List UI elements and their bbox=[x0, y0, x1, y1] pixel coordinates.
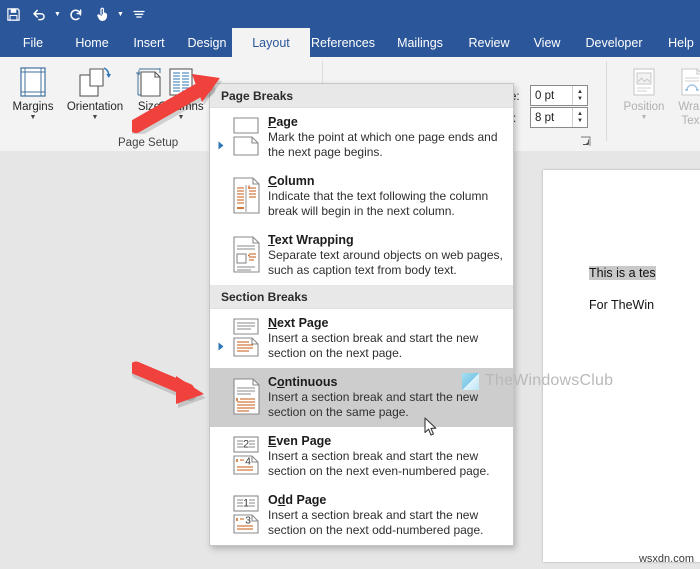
menu-item-next-page-title: Next Page bbox=[268, 316, 505, 330]
paragraph-dialog-launcher[interactable] bbox=[580, 136, 591, 147]
svg-text:2: 2 bbox=[243, 439, 249, 451]
document-page[interactable]: This is a tes For TheWin bbox=[543, 170, 700, 562]
tab-mailings[interactable]: Mailings bbox=[378, 28, 462, 57]
menu-item-text-wrapping-title: Text Wrapping bbox=[268, 233, 505, 247]
columns-icon bbox=[164, 59, 198, 99]
continuous-marker-placeholder bbox=[216, 375, 226, 419]
menu-item-page-description: Mark the point at which one page ends an… bbox=[268, 130, 505, 159]
menu-item-odd-page-description: Insert a section break and start the new… bbox=[268, 508, 505, 537]
menu-item-column-title: Column bbox=[268, 174, 505, 188]
position-label: Position bbox=[624, 101, 665, 113]
tab-help[interactable]: Help bbox=[650, 28, 700, 57]
wrap-text-label-line1: Wrap bbox=[678, 101, 700, 113]
menu-item-next-page[interactable]: Next Page Insert a section break and sta… bbox=[210, 309, 513, 368]
menu-item-text-wrapping-description: Separate text around objects on web page… bbox=[268, 248, 505, 277]
ribbon-separator-2 bbox=[606, 61, 607, 141]
undo-dropdown-icon[interactable]: ▼ bbox=[52, 2, 63, 26]
menu-item-even-page-title: Even Page bbox=[268, 434, 505, 448]
page-marker-icon bbox=[216, 115, 226, 159]
menu-item-odd-page[interactable]: 1 3 Odd Page Insert a section break and … bbox=[210, 486, 513, 545]
tab-file[interactable]: File bbox=[4, 28, 62, 57]
next-page-break-icon bbox=[226, 316, 266, 360]
touch-mode-icon[interactable] bbox=[89, 2, 115, 26]
menu-item-next-page-description: Insert a section break and start the new… bbox=[268, 331, 505, 360]
spacing-after-value: 8 pt bbox=[531, 112, 572, 124]
columns-button[interactable]: Columns ▼ bbox=[150, 59, 212, 133]
spacing-after-stepper[interactable]: ▲▼ bbox=[572, 108, 587, 127]
orientation-label: Orientation bbox=[67, 101, 123, 113]
tab-review[interactable]: Review bbox=[452, 28, 526, 57]
menu-item-even-page-description: Insert a section break and start the new… bbox=[268, 449, 505, 478]
accel-key: N bbox=[268, 316, 277, 330]
orientation-dropdown-icon[interactable]: ▼ bbox=[92, 114, 99, 122]
even-page-break-icon: 2 4 bbox=[226, 434, 266, 478]
position-dropdown-icon[interactable]: ▼ bbox=[641, 114, 648, 122]
orientation-icon bbox=[77, 59, 113, 99]
tab-developer[interactable]: Developer bbox=[568, 28, 660, 57]
spacing-before-stepper[interactable]: ▲▼ bbox=[572, 86, 587, 105]
redo-icon[interactable] bbox=[63, 2, 89, 26]
accel-key: C bbox=[268, 174, 277, 188]
breaks-dropdown-menu: Page Breaks Page Mark the point at which… bbox=[209, 83, 514, 546]
accel-key: T bbox=[268, 233, 275, 247]
title-bar: ▼ ▼ bbox=[0, 0, 700, 28]
undo-icon[interactable] bbox=[26, 2, 52, 26]
margins-button[interactable]: Margins ▼ bbox=[2, 59, 64, 133]
margins-icon bbox=[16, 59, 50, 99]
save-icon[interactable] bbox=[0, 2, 26, 26]
svg-text:1: 1 bbox=[243, 498, 249, 510]
columns-label: Columns bbox=[158, 101, 203, 113]
column-break-icon bbox=[226, 174, 266, 218]
page-setup-group-label: Page Setup bbox=[118, 137, 178, 149]
column-marker-placeholder bbox=[216, 174, 226, 218]
customize-qat-icon[interactable] bbox=[126, 2, 152, 26]
menu-section-header-section-breaks: Section Breaks bbox=[210, 285, 513, 309]
spacing-before-value: 0 pt bbox=[531, 90, 572, 102]
menu-item-continuous-title: Continuous bbox=[268, 375, 505, 389]
spacing-before-input[interactable]: 0 pt ▲▼ bbox=[530, 85, 588, 106]
next-page-marker-icon bbox=[216, 316, 226, 360]
columns-dropdown-icon[interactable]: ▼ bbox=[178, 114, 185, 122]
menu-item-continuous-description: Insert a section break and start the new… bbox=[268, 390, 505, 419]
menu-item-odd-page-title: Odd Page bbox=[268, 493, 505, 507]
text-wrapping-break-icon bbox=[226, 233, 266, 277]
spacing-after-input[interactable]: 8 pt ▲▼ bbox=[530, 107, 588, 128]
margins-label: Margins bbox=[13, 101, 54, 113]
accel-key: o bbox=[277, 375, 285, 389]
wrap-text-icon bbox=[676, 59, 700, 99]
document-line-1: This is a tes bbox=[589, 266, 656, 280]
menu-item-text-wrapping[interactable]: Text Wrapping Separate text around objec… bbox=[210, 226, 513, 285]
footer-credit: wsxdn.com bbox=[639, 553, 694, 565]
menu-item-page[interactable]: Page Mark the point at which one page en… bbox=[210, 108, 513, 167]
odd-page-marker-placeholder bbox=[216, 493, 226, 537]
continuous-break-icon bbox=[226, 375, 266, 419]
menu-item-even-page[interactable]: 2 4 Even Page Insert a section break and… bbox=[210, 427, 513, 486]
odd-page-break-icon: 1 3 bbox=[226, 493, 266, 537]
menu-item-column[interactable]: Column Indicate that the text following … bbox=[210, 167, 513, 226]
wrap-text-button[interactable]: Wrap Text bbox=[661, 59, 700, 133]
position-icon bbox=[628, 59, 660, 99]
svg-text:3: 3 bbox=[245, 515, 251, 527]
page-break-icon bbox=[226, 115, 266, 159]
svg-text:4: 4 bbox=[245, 456, 251, 468]
text-wrapping-marker-placeholder bbox=[216, 233, 226, 277]
even-page-marker-placeholder bbox=[216, 434, 226, 478]
tab-references[interactable]: References bbox=[296, 28, 390, 57]
wrap-text-label-line2: Text bbox=[681, 115, 700, 127]
ribbon-tab-strip: File Home Insert Design Layout Reference… bbox=[0, 28, 700, 57]
quick-access-toolbar: ▼ ▼ bbox=[0, 0, 152, 28]
menu-section-header-page-breaks: Page Breaks bbox=[210, 84, 513, 108]
margins-dropdown-icon[interactable]: ▼ bbox=[30, 114, 37, 122]
menu-item-continuous[interactable]: Continuous Insert a section break and st… bbox=[210, 368, 513, 427]
document-line-2: For TheWin bbox=[589, 298, 654, 312]
menu-item-column-description: Indicate that the text following the col… bbox=[268, 189, 505, 218]
touch-mode-dropdown-icon[interactable]: ▼ bbox=[115, 2, 126, 26]
menu-item-page-title: Page bbox=[268, 115, 505, 129]
